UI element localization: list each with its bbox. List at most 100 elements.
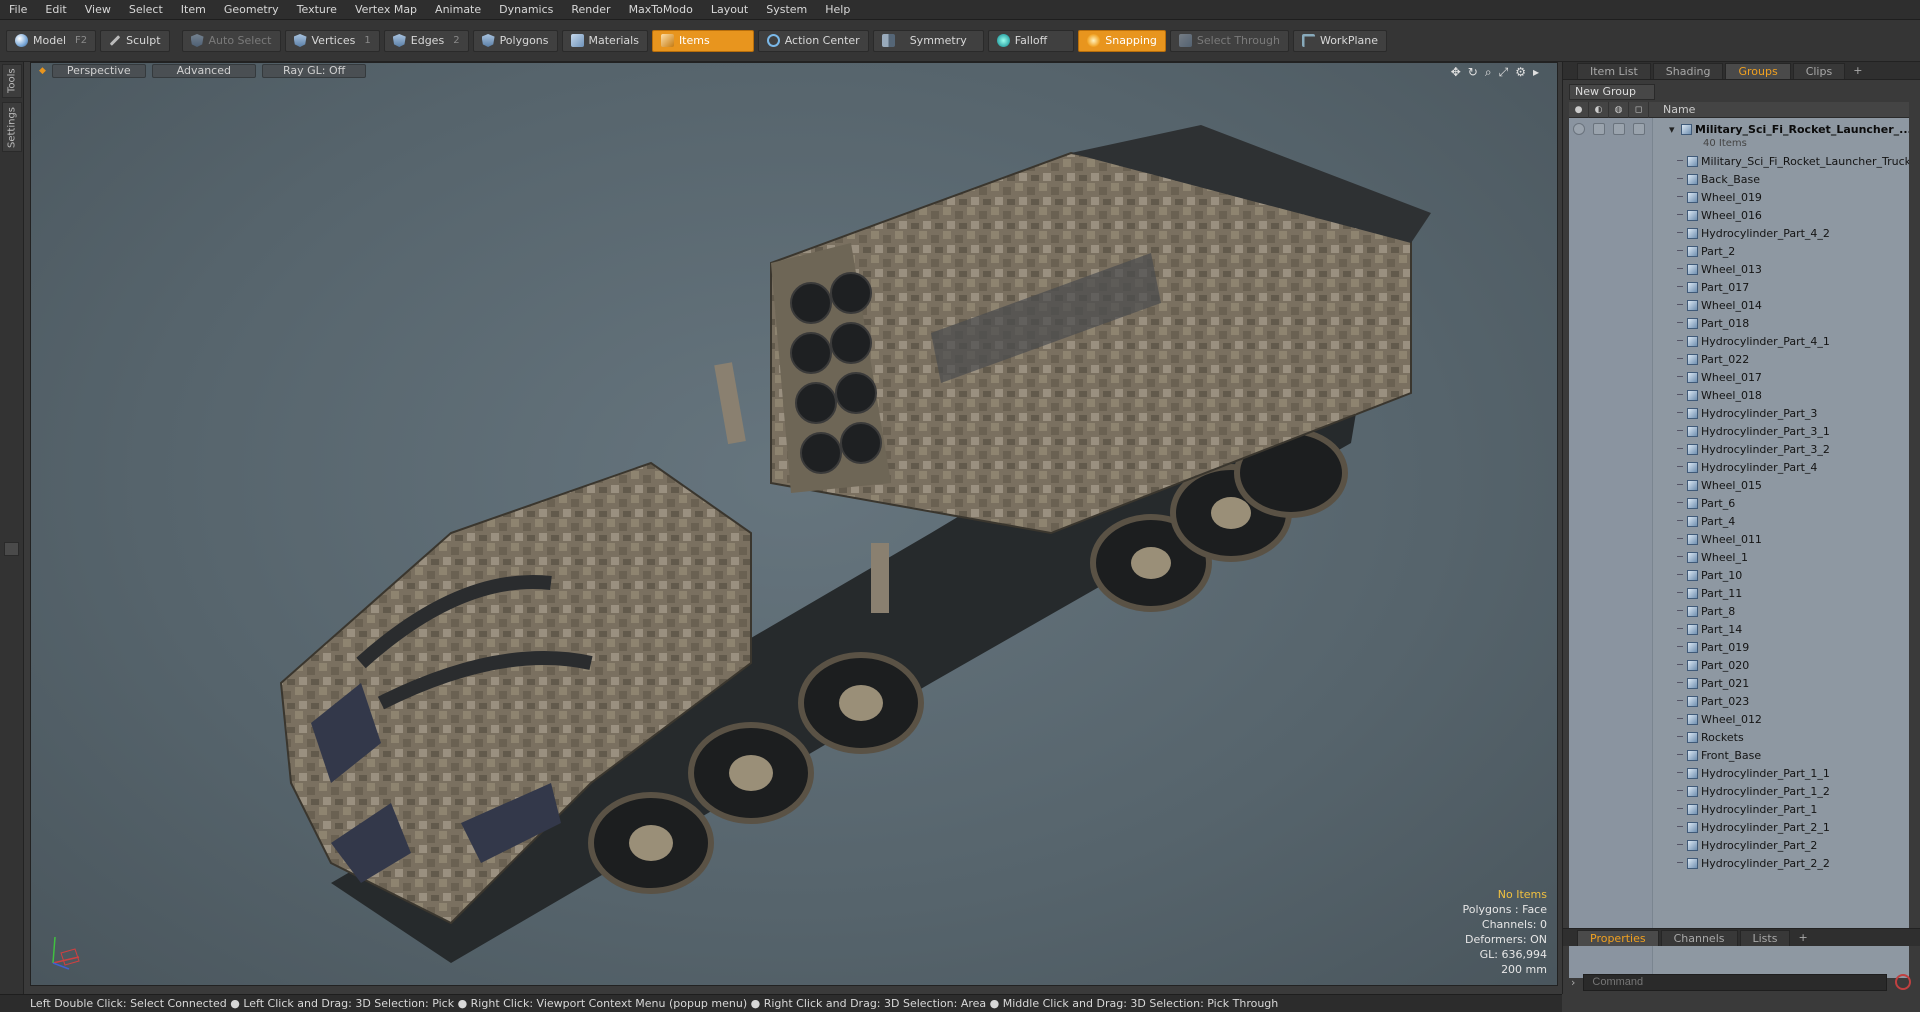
render-header-icon[interactable]: ◐ xyxy=(1589,101,1609,118)
symmetry-button[interactable]: Symmetry xyxy=(872,29,984,52)
list-item[interactable]: Wheel_017 xyxy=(1569,368,1909,386)
list-item[interactable]: Wheel_012 xyxy=(1569,710,1909,728)
list-item[interactable]: Part_11 xyxy=(1569,584,1909,602)
menu-item[interactable]: Item xyxy=(172,0,215,20)
list-item-label: Hydrocylinder_Part_2 xyxy=(1701,838,1818,852)
vertices-button[interactable]: Vertices 1 xyxy=(284,29,380,52)
lock-header-icon[interactable]: ◍ xyxy=(1609,101,1629,118)
polygons-button[interactable]: Polygons xyxy=(472,29,558,52)
name-column-header[interactable]: Name xyxy=(1649,103,1695,116)
list-item[interactable]: Hydrocylinder_Part_1_1 xyxy=(1569,764,1909,782)
workplane-button[interactable]: WorkPlane xyxy=(1292,29,1387,52)
menu-layout[interactable]: Layout xyxy=(702,0,757,20)
list-item[interactable]: Part_6 xyxy=(1569,494,1909,512)
list-item[interactable]: Hydrocylinder_Part_3_1 xyxy=(1569,422,1909,440)
list-item[interactable]: Hydrocylinder_Part_3_2 xyxy=(1569,440,1909,458)
list-item[interactable]: Wheel_016 xyxy=(1569,206,1909,224)
sculpt-button[interactable]: Sculpt xyxy=(100,29,170,52)
list-item[interactable]: Wheel_018 xyxy=(1569,386,1909,404)
menu-maxtomodo[interactable]: MaxToModo xyxy=(620,0,702,20)
menu-vertex-map[interactable]: Vertex Map xyxy=(346,0,426,20)
list-item[interactable]: Wheel_019 xyxy=(1569,188,1909,206)
groups-list[interactable]: ▾ Military_Sci_Fi_Rocket_Launcher_... 40… xyxy=(1569,118,1909,978)
list-item[interactable]: Part_020 xyxy=(1569,656,1909,674)
expand-arrow-icon[interactable]: ▾ xyxy=(1669,123,1675,136)
falloff-button[interactable]: Falloff xyxy=(987,29,1075,52)
tab-properties[interactable]: Properties xyxy=(1577,929,1659,946)
list-item[interactable]: Part_10 xyxy=(1569,566,1909,584)
snapping-button[interactable]: Snapping xyxy=(1078,29,1166,52)
list-item[interactable]: Part_8 xyxy=(1569,602,1909,620)
list-item[interactable]: Front_Base xyxy=(1569,746,1909,764)
3d-viewport[interactable]: ◆ Perspective Advanced Ray GL: Off ✥ ↻ ⌕… xyxy=(30,62,1558,986)
menu-edit[interactable]: Edit xyxy=(36,0,75,20)
auto-select-button[interactable]: Auto Select xyxy=(181,29,281,52)
materials-button[interactable]: Materials xyxy=(561,29,648,52)
list-item[interactable]: Wheel_014 xyxy=(1569,296,1909,314)
action-center-button[interactable]: Action Center xyxy=(757,29,869,52)
menu-help[interactable]: Help xyxy=(816,0,859,20)
list-item[interactable]: Hydrocylinder_Part_4_2 xyxy=(1569,224,1909,242)
list-item[interactable]: Hydrocylinder_Part_3 xyxy=(1569,404,1909,422)
menu-file[interactable]: File xyxy=(0,0,36,20)
menu-view[interactable]: View xyxy=(76,0,120,20)
list-item[interactable]: Wheel_1 xyxy=(1569,548,1909,566)
list-item[interactable]: Wheel_011 xyxy=(1569,530,1909,548)
menu-select[interactable]: Select xyxy=(120,0,172,20)
list-item[interactable]: Hydrocylinder_Part_4_1 xyxy=(1569,332,1909,350)
menu-animate[interactable]: Animate xyxy=(426,0,490,20)
tab-item-list[interactable]: Item List xyxy=(1577,62,1651,79)
list-item[interactable]: Wheel_013 xyxy=(1569,260,1909,278)
tab-tools[interactable]: Tools xyxy=(2,64,22,98)
list-item[interactable]: Back_Base xyxy=(1569,170,1909,188)
list-item[interactable]: Hydrocylinder_Part_1_2 xyxy=(1569,782,1909,800)
menu-texture[interactable]: Texture xyxy=(288,0,346,20)
list-item[interactable]: Part_023 xyxy=(1569,692,1909,710)
list-item[interactable]: Part_2 xyxy=(1569,242,1909,260)
list-item[interactable]: Part_021 xyxy=(1569,674,1909,692)
list-item[interactable]: Hydrocylinder_Part_2_2 xyxy=(1569,854,1909,872)
edges-button[interactable]: Edges 2 xyxy=(383,29,469,52)
list-item[interactable]: Hydrocylinder_Part_4 xyxy=(1569,458,1909,476)
list-item[interactable]: Hydrocylinder_Part_2_1 xyxy=(1569,818,1909,836)
list-item[interactable]: Part_14 xyxy=(1569,620,1909,638)
select-through-button[interactable]: Select Through xyxy=(1169,29,1289,52)
command-stop-icon[interactable] xyxy=(1895,974,1912,990)
list-item[interactable]: Part_019 xyxy=(1569,638,1909,656)
list-item[interactable]: Part_4 xyxy=(1569,512,1909,530)
select-toggle-icon[interactable] xyxy=(1633,123,1645,135)
eye-icon[interactable] xyxy=(1573,123,1585,135)
tab-shading[interactable]: Shading xyxy=(1652,62,1724,79)
list-item[interactable]: Part_018 xyxy=(1569,314,1909,332)
visibility-header-icon[interactable]: ● xyxy=(1569,101,1589,118)
list-item[interactable]: Wheel_015 xyxy=(1569,476,1909,494)
lock-toggle-icon[interactable] xyxy=(1613,123,1625,135)
list-item[interactable]: Part_017 xyxy=(1569,278,1909,296)
list-item[interactable]: Military_Sci_Fi_Rocket_Launcher_Truck xyxy=(1569,152,1909,170)
new-group-button[interactable]: New Group xyxy=(1569,84,1655,100)
list-item[interactable]: Hydrocylinder_Part_2 xyxy=(1569,836,1909,854)
tab-clips[interactable]: Clips xyxy=(1792,62,1846,79)
command-input[interactable] xyxy=(1583,973,1888,991)
axis-gizmo xyxy=(52,936,80,970)
tab-channels[interactable]: Channels xyxy=(1660,929,1738,946)
brush-icon xyxy=(109,35,121,46)
menu-dynamics[interactable]: Dynamics xyxy=(490,0,562,20)
tab-settings[interactable]: Settings xyxy=(2,102,22,152)
list-item[interactable]: Part_022 xyxy=(1569,350,1909,368)
menu-system[interactable]: System xyxy=(757,0,816,20)
model-button[interactable]: Model F2 xyxy=(6,29,97,52)
tab-lists[interactable]: Lists xyxy=(1739,929,1791,946)
add-tab-icon[interactable]: + xyxy=(1847,64,1868,77)
items-button[interactable]: Items xyxy=(651,29,754,52)
add-properties-tab-icon[interactable]: + xyxy=(1792,931,1813,944)
collapse-handle[interactable] xyxy=(4,542,19,556)
menu-render[interactable]: Render xyxy=(562,0,619,20)
render-toggle-icon[interactable] xyxy=(1593,123,1605,135)
list-item[interactable]: Hydrocylinder_Part_1 xyxy=(1569,800,1909,818)
tab-groups[interactable]: Groups xyxy=(1725,62,1791,79)
list-item[interactable]: Rockets xyxy=(1569,728,1909,746)
select-header-icon[interactable]: ◻ xyxy=(1629,101,1649,118)
menu-geometry[interactable]: Geometry xyxy=(215,0,288,20)
group-row[interactable]: ▾ Military_Sci_Fi_Rocket_Launcher_... xyxy=(1569,120,1909,138)
